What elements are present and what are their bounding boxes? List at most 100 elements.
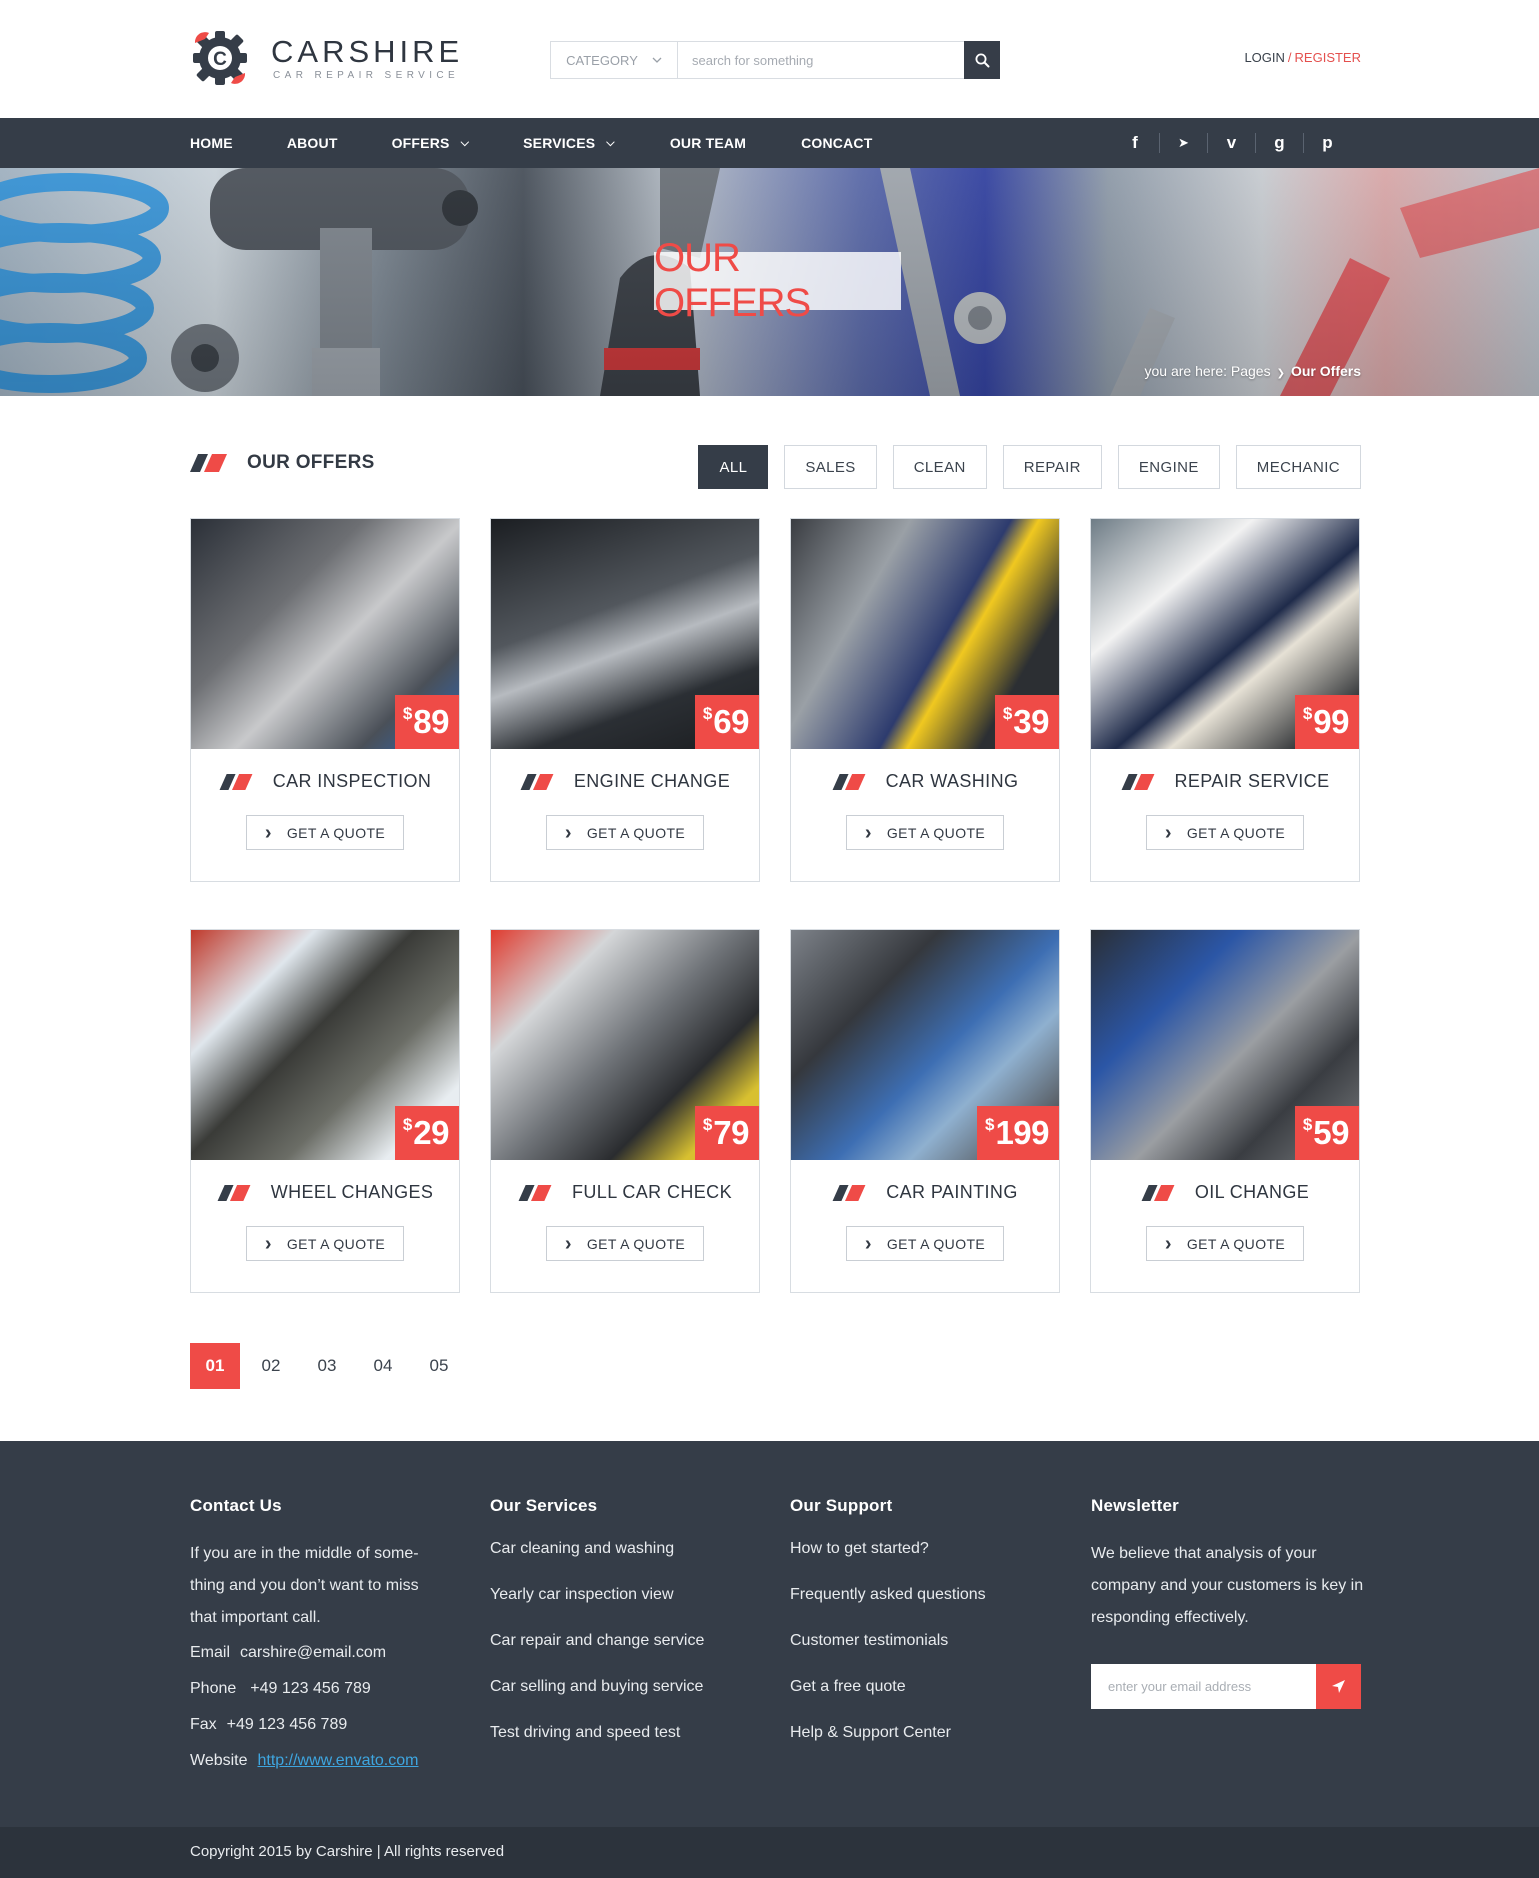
twitter-icon[interactable]: ➤ [1159, 133, 1207, 153]
pagination: 01 02 03 04 05 [190, 1343, 470, 1389]
nav-item-about[interactable]: ABOUT [287, 135, 338, 151]
get-quote-button[interactable]: › GET A QUOTE [1146, 815, 1304, 850]
copyright-bar: Copyright 2015 by Carshire | All rights … [0, 1827, 1539, 1878]
website-link[interactable]: http://www.envato.com [258, 1752, 419, 1769]
footer-newsletter-column: Newsletter We believe that analysis of y… [1091, 1496, 1366, 1709]
get-quote-button[interactable]: › GET A QUOTE [546, 815, 704, 850]
section-header: OUR OFFERS [190, 452, 375, 474]
hero-title-box: OUR OFFERS [654, 236, 901, 325]
offer-title: FULL CAR CHECK [518, 1182, 732, 1203]
facebook-icon[interactable]: f [1111, 133, 1159, 153]
get-quote-button[interactable]: › GET A QUOTE [846, 1226, 1004, 1261]
footer-link[interactable]: Frequently asked questions [790, 1584, 1050, 1606]
offer-body: CAR INSPECTION › GET A QUOTE [191, 749, 459, 881]
footer-link[interactable]: Test driving and speed test [490, 1722, 750, 1744]
fax-value: +49 123 456 789 [226, 1716, 348, 1733]
logo[interactable]: C CARSHIRE CAR REPAIR SERVICE [189, 26, 463, 90]
nav-item-label: SERVICES [523, 135, 596, 151]
offer-title: CAR PAINTING [832, 1182, 1017, 1203]
support-list: How to get started? Frequently asked ques… [790, 1538, 1050, 1744]
get-quote-button[interactable]: › GET A QUOTE [846, 815, 1004, 850]
page-02[interactable]: 02 [246, 1343, 296, 1389]
filter-clean[interactable]: CLEAN [892, 445, 987, 489]
offer-body: ENGINE CHANGE › GET A QUOTE [491, 749, 759, 881]
offer-body: OIL CHANGE › GET A QUOTE [1091, 1160, 1359, 1292]
vimeo-icon[interactable]: v [1207, 133, 1255, 153]
offer-title-text: FULL CAR CHECK [572, 1182, 732, 1202]
offer-photo[interactable]: $79 [491, 930, 759, 1160]
page-03[interactable]: 03 [302, 1343, 352, 1389]
filter-repair[interactable]: REPAIR [1002, 445, 1102, 489]
nav-item-services[interactable]: SERVICES ⌵ [523, 135, 615, 151]
filter-tabs: ALL SALES CLEAN REPAIR ENGINE MECHANIC [698, 445, 1361, 489]
page-title: OUR OFFERS [654, 236, 811, 325]
price-currency: $ [1302, 1115, 1313, 1134]
category-select[interactable]: CATEGORY [551, 42, 678, 78]
price-badge: $59 [1294, 1106, 1359, 1160]
nav-item-offers[interactable]: OFFERS ⌵ [392, 135, 470, 151]
footer-link[interactable]: Help & Support Center [790, 1722, 1050, 1744]
price-currency: $ [402, 1115, 413, 1134]
email-value[interactable]: carshire@email.com [240, 1644, 386, 1661]
offer-body: FULL CAR CHECK › GET A QUOTE [491, 1160, 759, 1292]
search-input[interactable] [678, 42, 964, 78]
search-bar: CATEGORY [550, 41, 1000, 79]
filter-mechanic[interactable]: MECHANIC [1235, 445, 1361, 489]
page-05[interactable]: 05 [414, 1343, 464, 1389]
footer-link[interactable]: Car cleaning and washing [490, 1538, 750, 1560]
newsletter-submit-button[interactable] [1316, 1664, 1361, 1709]
offer-photo[interactable]: $29 [191, 930, 459, 1160]
nav-item-home[interactable]: HOME [190, 135, 233, 151]
nav-item-our-team[interactable]: OUR TEAM [670, 135, 746, 151]
website-label: Website [190, 1752, 248, 1769]
footer-support-heading: Our Support [790, 1496, 893, 1515]
price-currency: $ [1302, 704, 1313, 723]
offer-photo[interactable]: $69 [491, 519, 759, 749]
price-amount: 69 [713, 703, 749, 740]
chevron-down-icon: ⌵ [460, 136, 470, 149]
footer-link[interactable]: How to get started? [790, 1538, 1050, 1560]
footer-contact-intro: If you are in the middle of some-thing a… [190, 1545, 419, 1626]
offer-photo[interactable]: $99 [1091, 519, 1359, 749]
filter-all[interactable]: ALL [698, 445, 769, 489]
footer-services-column: Our Services Car cleaning and washing Yea… [490, 1496, 750, 1768]
price-currency: $ [1002, 704, 1013, 723]
phone-value[interactable]: +49 123 456 789 [250, 1680, 371, 1697]
chevron-right-icon: › [864, 1232, 872, 1255]
footer-link[interactable]: Yearly car inspection view [490, 1584, 750, 1606]
search-button[interactable] [964, 41, 1000, 79]
page-04[interactable]: 04 [358, 1343, 408, 1389]
get-quote-button[interactable]: › GET A QUOTE [246, 1226, 404, 1261]
get-quote-button[interactable]: › GET A QUOTE [1146, 1226, 1304, 1261]
page-01[interactable]: 01 [190, 1343, 240, 1389]
footer-link[interactable]: Customer testimonials [790, 1630, 1050, 1652]
price-amount: 59 [1313, 1114, 1349, 1151]
offer-card: $39 CAR WASHING › GET A QUOTE [790, 518, 1060, 882]
nav-item-label: ABOUT [286, 135, 338, 151]
pinterest-icon[interactable]: p [1303, 133, 1351, 153]
footer-link[interactable]: Get a free quote [790, 1676, 1050, 1698]
services-list: Car cleaning and washing Yearly car inspe… [490, 1538, 750, 1744]
search-icon [975, 53, 989, 67]
offer-photo[interactable]: $39 [791, 519, 1059, 749]
offer-photo[interactable]: $89 [191, 519, 459, 749]
auth-separator: / [1287, 50, 1292, 65]
get-quote-label: GET A QUOTE [1186, 824, 1286, 841]
google-plus-icon[interactable]: g [1255, 133, 1303, 153]
filter-sales[interactable]: SALES [784, 445, 877, 489]
login-link[interactable]: LOGIN [1244, 50, 1284, 65]
get-quote-button[interactable]: › GET A QUOTE [546, 1226, 704, 1261]
newsletter-email-input[interactable] [1091, 1664, 1316, 1709]
filter-engine[interactable]: ENGINE [1117, 445, 1220, 489]
footer: Contact Us If you are in the middle of s… [0, 1441, 1539, 1827]
breadcrumb-prefix[interactable]: you are here: Pages [1145, 363, 1271, 379]
get-quote-button[interactable]: › GET A QUOTE [246, 815, 404, 850]
footer-link[interactable]: Car selling and buying service [490, 1676, 750, 1698]
offer-photo[interactable]: $59 [1091, 930, 1359, 1160]
brand-name: CARSHIRE [271, 33, 464, 69]
footer-link[interactable]: Car repair and change service [490, 1630, 750, 1652]
nav-item-concact[interactable]: CONCACT [801, 135, 872, 151]
offer-title: OIL CHANGE [1141, 1182, 1309, 1203]
register-link[interactable]: REGISTER [1295, 50, 1361, 65]
offer-photo[interactable]: $199 [791, 930, 1059, 1160]
